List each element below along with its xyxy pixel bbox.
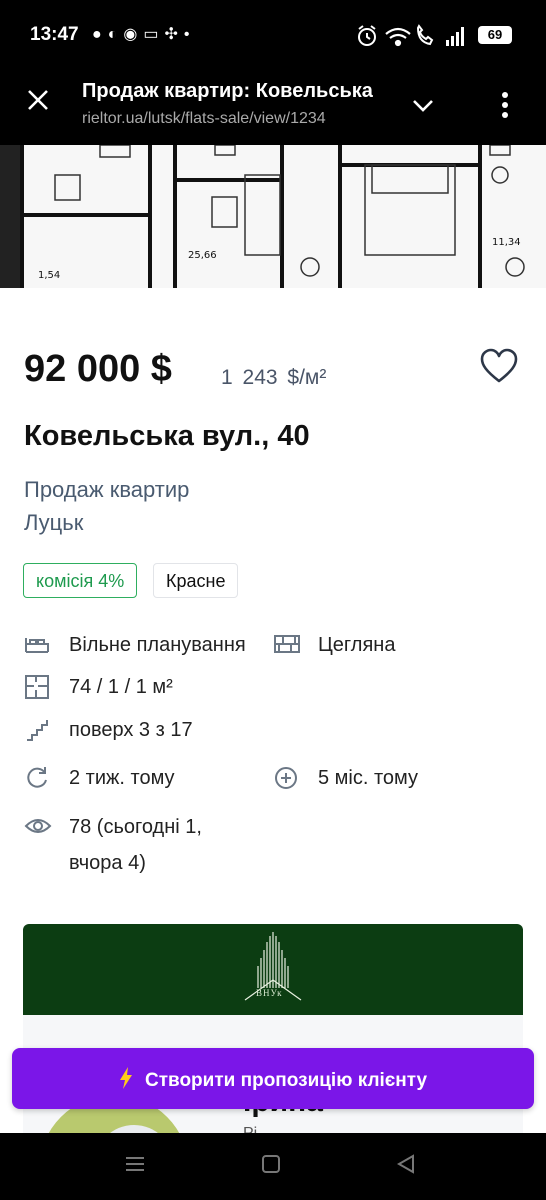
status-bar: 13:47 ●◐◉▭✣• 69	[0, 0, 546, 70]
home-icon[interactable]	[260, 1153, 282, 1180]
signal-icon	[446, 27, 464, 46]
fan-icon: ✣	[164, 26, 184, 43]
price-per-sqm: 1 243 $/м²	[221, 366, 327, 389]
status-time: 13:47	[30, 24, 79, 45]
listing-city[interactable]: Луцьк	[24, 510, 83, 536]
svg-text:25,66: 25,66	[188, 250, 217, 261]
agency-name: ВНУк	[256, 988, 283, 998]
dot-icon: •	[183, 26, 196, 43]
page-title: Продаж квартир: Ковельська	[82, 80, 373, 102]
back-icon[interactable]	[395, 1153, 417, 1180]
stairs-icon	[24, 717, 50, 748]
chat-icon: ●	[92, 26, 108, 43]
floor-text: поверх 3 з 17	[69, 719, 193, 741]
battery-icon: 69	[478, 26, 512, 44]
refresh-icon	[24, 765, 50, 796]
recent-apps-icon[interactable]	[124, 1153, 146, 1180]
updated-text: 2 тиж. тому	[69, 767, 175, 789]
lightning-icon	[119, 1066, 139, 1091]
favorite-heart-icon[interactable]	[480, 348, 518, 389]
wifi-icon	[385, 27, 411, 47]
chevron-down-icon[interactable]	[410, 92, 436, 123]
added-text: 5 міс. тому	[318, 767, 419, 789]
system-nav-bar	[0, 1133, 546, 1200]
svg-text:1,54: 1,54	[38, 270, 60, 281]
wall-text: Цегляна	[318, 634, 396, 656]
telegram-icon: ◉	[123, 26, 144, 43]
viber-icon: ◐	[107, 26, 124, 43]
create-offer-label: Створити пропозицію клієнту	[145, 1070, 428, 1091]
price-row: 92 000 $ 1 243 $/м²	[24, 348, 524, 398]
brick-wall-icon	[273, 632, 301, 661]
price: 92 000 $	[24, 348, 172, 390]
svg-text:11,34: 11,34	[492, 237, 521, 248]
floor-plan-image[interactable]: 25,66 11,34 1,54	[0, 145, 546, 288]
status-right-icons	[356, 24, 476, 53]
listing-category[interactable]: Продаж квартир	[24, 477, 189, 503]
listing-address: Ковельська вул., 40	[24, 420, 310, 452]
district-tag[interactable]: Красне	[153, 563, 239, 598]
pumb-icon: ▭	[143, 26, 165, 43]
alarm-icon	[358, 25, 376, 46]
views-text-line1: 78 (сьогодні 1,	[69, 816, 202, 838]
create-offer-button[interactable]: Створити пропозицію клієнту	[12, 1048, 534, 1109]
close-icon[interactable]	[26, 88, 50, 118]
call-icon	[416, 24, 434, 46]
page-url[interactable]: rieltor.ua/lutsk/flats-sale/view/1234	[82, 110, 382, 128]
notification-icons: ●◐◉▭✣•	[92, 24, 195, 44]
commission-tag: комісія 4%	[23, 563, 138, 598]
views-text-line2: вчора 4)	[69, 852, 146, 874]
more-options-icon[interactable]	[500, 90, 510, 125]
add-circle-icon	[273, 765, 299, 796]
browser-toolbar: Продаж квартир: Ковельська rieltor.ua/lu…	[0, 70, 546, 145]
layout-text: Вільне планування	[69, 634, 246, 656]
eye-icon	[24, 814, 52, 843]
agency-banner[interactable]: ВНУк	[23, 924, 523, 1015]
floor-plan-icon	[24, 674, 50, 705]
bed-icon	[24, 632, 50, 661]
area-text: 74 / 1 / 1 м²	[69, 676, 173, 698]
